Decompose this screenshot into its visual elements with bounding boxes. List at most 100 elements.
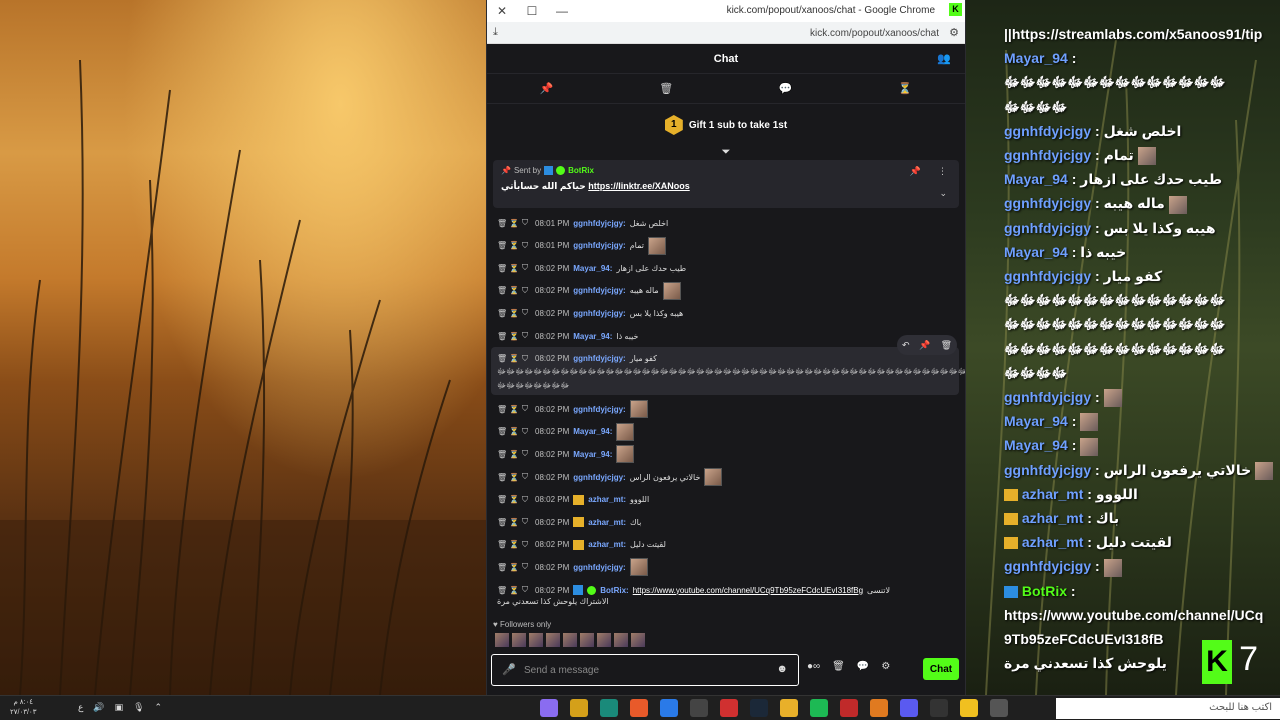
avatar[interactable] bbox=[580, 633, 594, 647]
chat-messages-list[interactable]: 🗑 ⏳ ⛉ 08:01 PM ggnhfdyjcjgy: اخلص شغل 🗑 ⏳ ⛉ 08:01… bbox=[487, 214, 965, 612]
message-username[interactable]: BotRix: bbox=[600, 586, 628, 595]
avatar[interactable] bbox=[546, 633, 560, 647]
message-username[interactable]: Mayar_94: bbox=[573, 427, 612, 436]
task-view-icon[interactable] bbox=[990, 699, 1008, 717]
avatar[interactable] bbox=[529, 633, 543, 647]
microphone-icon[interactable]: 🎤 bbox=[502, 663, 516, 676]
timeout-icon[interactable]: ⏳ bbox=[509, 450, 519, 459]
delete-message-icon[interactable]: 🗑 bbox=[941, 340, 952, 351]
chat-message[interactable]: 🗑 ⏳ ⛉ 08:02 PM ggnhfdyjcjgy: bbox=[487, 400, 658, 419]
delete-icon[interactable]: 🗑 bbox=[497, 219, 507, 228]
user-settings-icon[interactable]: 👥 bbox=[937, 52, 951, 65]
delete-icon[interactable]: 🗑 bbox=[497, 309, 507, 318]
timeout-icon[interactable]: ⏳ bbox=[509, 518, 519, 527]
chat-message[interactable]: 🗑 ⏳ ⛉ 08:01 PM ggnhfdyjcjgy: تمام bbox=[487, 236, 676, 255]
chevron-down-icon[interactable]: ⌄ bbox=[939, 188, 947, 199]
app-icon[interactable] bbox=[690, 699, 708, 717]
avatar[interactable] bbox=[614, 633, 628, 647]
chat-message[interactable]: 🗑 ⏳ ⛉ 08:02 PM ggnhfdyjcjgy: خالاتي يرفعون ال… bbox=[487, 468, 732, 486]
delete-icon[interactable]: 🗑 bbox=[497, 241, 507, 250]
delete-icon[interactable]: 🗑 bbox=[497, 427, 507, 436]
message-username[interactable]: Mayar_94: bbox=[573, 332, 612, 341]
edge-icon[interactable] bbox=[660, 699, 678, 717]
chat-message[interactable]: 🗑 ⏳ ⛉ 08:02 PM azhar_mt: لقيتت دليل bbox=[487, 536, 676, 554]
download-icon[interactable]: ⤓ bbox=[493, 26, 498, 39]
timeout-icon[interactable]: ⏳ bbox=[509, 495, 519, 504]
filter-icon[interactable]: ⏷ bbox=[487, 146, 965, 158]
app-icon[interactable] bbox=[600, 699, 618, 717]
message-username[interactable]: Mayar_94: bbox=[573, 264, 612, 273]
timeout-icon[interactable]: ⏳ bbox=[509, 309, 519, 318]
ban-icon[interactable]: ⛉ bbox=[521, 404, 529, 414]
ban-icon[interactable]: ⛉ bbox=[521, 308, 529, 318]
avatar[interactable] bbox=[597, 633, 611, 647]
chat-message[interactable]: 🗑 ⏳ ⛉ 08:02 PM azhar_mt: اللووو bbox=[487, 491, 659, 509]
ban-icon[interactable]: ⛉ bbox=[521, 218, 529, 228]
message-username[interactable]: azhar_mt: bbox=[588, 495, 626, 504]
app-icon[interactable] bbox=[570, 699, 588, 717]
message-username[interactable]: ggnhfdyjcjgy: bbox=[573, 219, 625, 228]
app-icon[interactable] bbox=[630, 699, 648, 717]
more-options-icon[interactable]: ⋮ bbox=[938, 166, 947, 177]
delete-icon[interactable]: 🗑 bbox=[497, 495, 507, 504]
delete-icon[interactable]: 🗑 bbox=[497, 473, 507, 482]
chat-message[interactable]: 🗑 ⏳ ⛉ 08:01 PM ggnhfdyjcjgy: اخلص شغل bbox=[487, 214, 678, 232]
taskbar-search[interactable]: اكتب هنا للبحث bbox=[1056, 698, 1280, 719]
ban-icon[interactable]: ⛉ bbox=[521, 562, 529, 572]
language-indicator[interactable]: ع bbox=[78, 702, 83, 713]
delete-icon[interactable]: 🗑 bbox=[497, 586, 507, 595]
trash-icon[interactable]: 🗑 bbox=[607, 82, 727, 95]
ban-icon[interactable]: ⛉ bbox=[521, 427, 529, 437]
message-username[interactable]: azhar_mt: bbox=[588, 540, 626, 549]
reply-icon[interactable]: ↶ bbox=[902, 340, 910, 351]
delete-icon[interactable]: 🗑 bbox=[497, 264, 507, 273]
gear-icon[interactable]: ⚙ bbox=[881, 661, 890, 672]
trash-tool-icon[interactable]: 🗑 bbox=[832, 661, 845, 672]
ban-icon[interactable]: ⛉ bbox=[521, 517, 529, 527]
send-message-input[interactable] bbox=[524, 662, 764, 678]
ban-icon[interactable]: ⛉ bbox=[521, 449, 529, 459]
delete-icon[interactable]: 🗑 bbox=[497, 354, 507, 363]
chat-message[interactable]: 🗑 ⏳ ⛉ 08:02 PM ggnhfdyjcjgy: ماله هيبه bbox=[487, 281, 691, 300]
send-chat-button[interactable]: Chat bbox=[923, 658, 959, 680]
app-icon[interactable] bbox=[870, 699, 888, 717]
app-icon[interactable] bbox=[720, 699, 738, 717]
pinned-sender[interactable]: BotRix bbox=[568, 166, 594, 175]
message-username[interactable]: ggnhfdyjcjgy: bbox=[573, 563, 625, 572]
message-username[interactable]: ggnhfdyjcjgy: bbox=[573, 405, 625, 414]
timeout-icon[interactable]: ⏳ bbox=[509, 563, 519, 572]
ban-icon[interactable]: ⛉ bbox=[521, 286, 529, 296]
ban-icon[interactable]: ⛉ bbox=[521, 241, 529, 251]
spotify-icon[interactable] bbox=[810, 699, 828, 717]
timeout-icon[interactable]: ⏳ bbox=[509, 264, 519, 273]
avatar[interactable] bbox=[631, 633, 645, 647]
points-icon[interactable]: ●∞ bbox=[807, 661, 820, 672]
avatar[interactable] bbox=[563, 633, 577, 647]
timeout-icon[interactable]: ⏳ bbox=[509, 286, 519, 295]
maximize-window-button[interactable]: ☐ bbox=[517, 4, 547, 18]
minimize-window-button[interactable]: — bbox=[547, 4, 577, 18]
timeout-icon[interactable]: ⏳ bbox=[509, 219, 519, 228]
system-clock[interactable]: ٨:٠٤ م ٢٧/٠٣/٠٣ bbox=[10, 698, 36, 718]
message-username[interactable]: Mayar_94: bbox=[573, 450, 612, 459]
chevron-up-icon[interactable]: ⌃ bbox=[155, 702, 163, 713]
emoji-icon[interactable]: ☻ bbox=[776, 663, 788, 675]
message-username[interactable]: ggnhfdyjcjgy: bbox=[573, 286, 625, 295]
delete-icon[interactable]: 🗑 bbox=[497, 450, 507, 459]
ban-icon[interactable]: ⛉ bbox=[521, 472, 529, 482]
message-username[interactable]: ggnhfdyjcjgy: bbox=[573, 354, 625, 363]
message-username[interactable]: ggnhfdyjcjgy: bbox=[573, 473, 625, 482]
timeout-icon[interactable]: ⏳ bbox=[509, 586, 519, 595]
pin-icon[interactable]: 📌 bbox=[487, 82, 607, 95]
timeout-icon[interactable]: ⏳ bbox=[509, 427, 519, 436]
chrome-icon[interactable] bbox=[960, 699, 978, 717]
ban-icon[interactable]: ⛉ bbox=[521, 263, 529, 273]
site-settings-icon[interactable]: ⚙ bbox=[949, 26, 959, 39]
delete-icon[interactable]: 🗑 bbox=[497, 518, 507, 527]
chat-settings-bubble-icon[interactable]: 💬 bbox=[857, 661, 869, 672]
url-text[interactable]: kick.com/popout/xanoos/chat bbox=[810, 28, 939, 39]
message-username[interactable]: azhar_mt: bbox=[588, 518, 626, 527]
chat-message[interactable]: 🗑 ⏳ ⛉ 08:02 PM ggnhfdyjcjgy: هيبه وكذا يلا بس bbox=[487, 304, 693, 322]
timeout-icon[interactable]: ⏳ bbox=[509, 354, 519, 363]
chat-message[interactable]: 🗑 ⏳ ⛉ 08:02 PM ggnhfdyjcjgy: bbox=[487, 558, 658, 577]
